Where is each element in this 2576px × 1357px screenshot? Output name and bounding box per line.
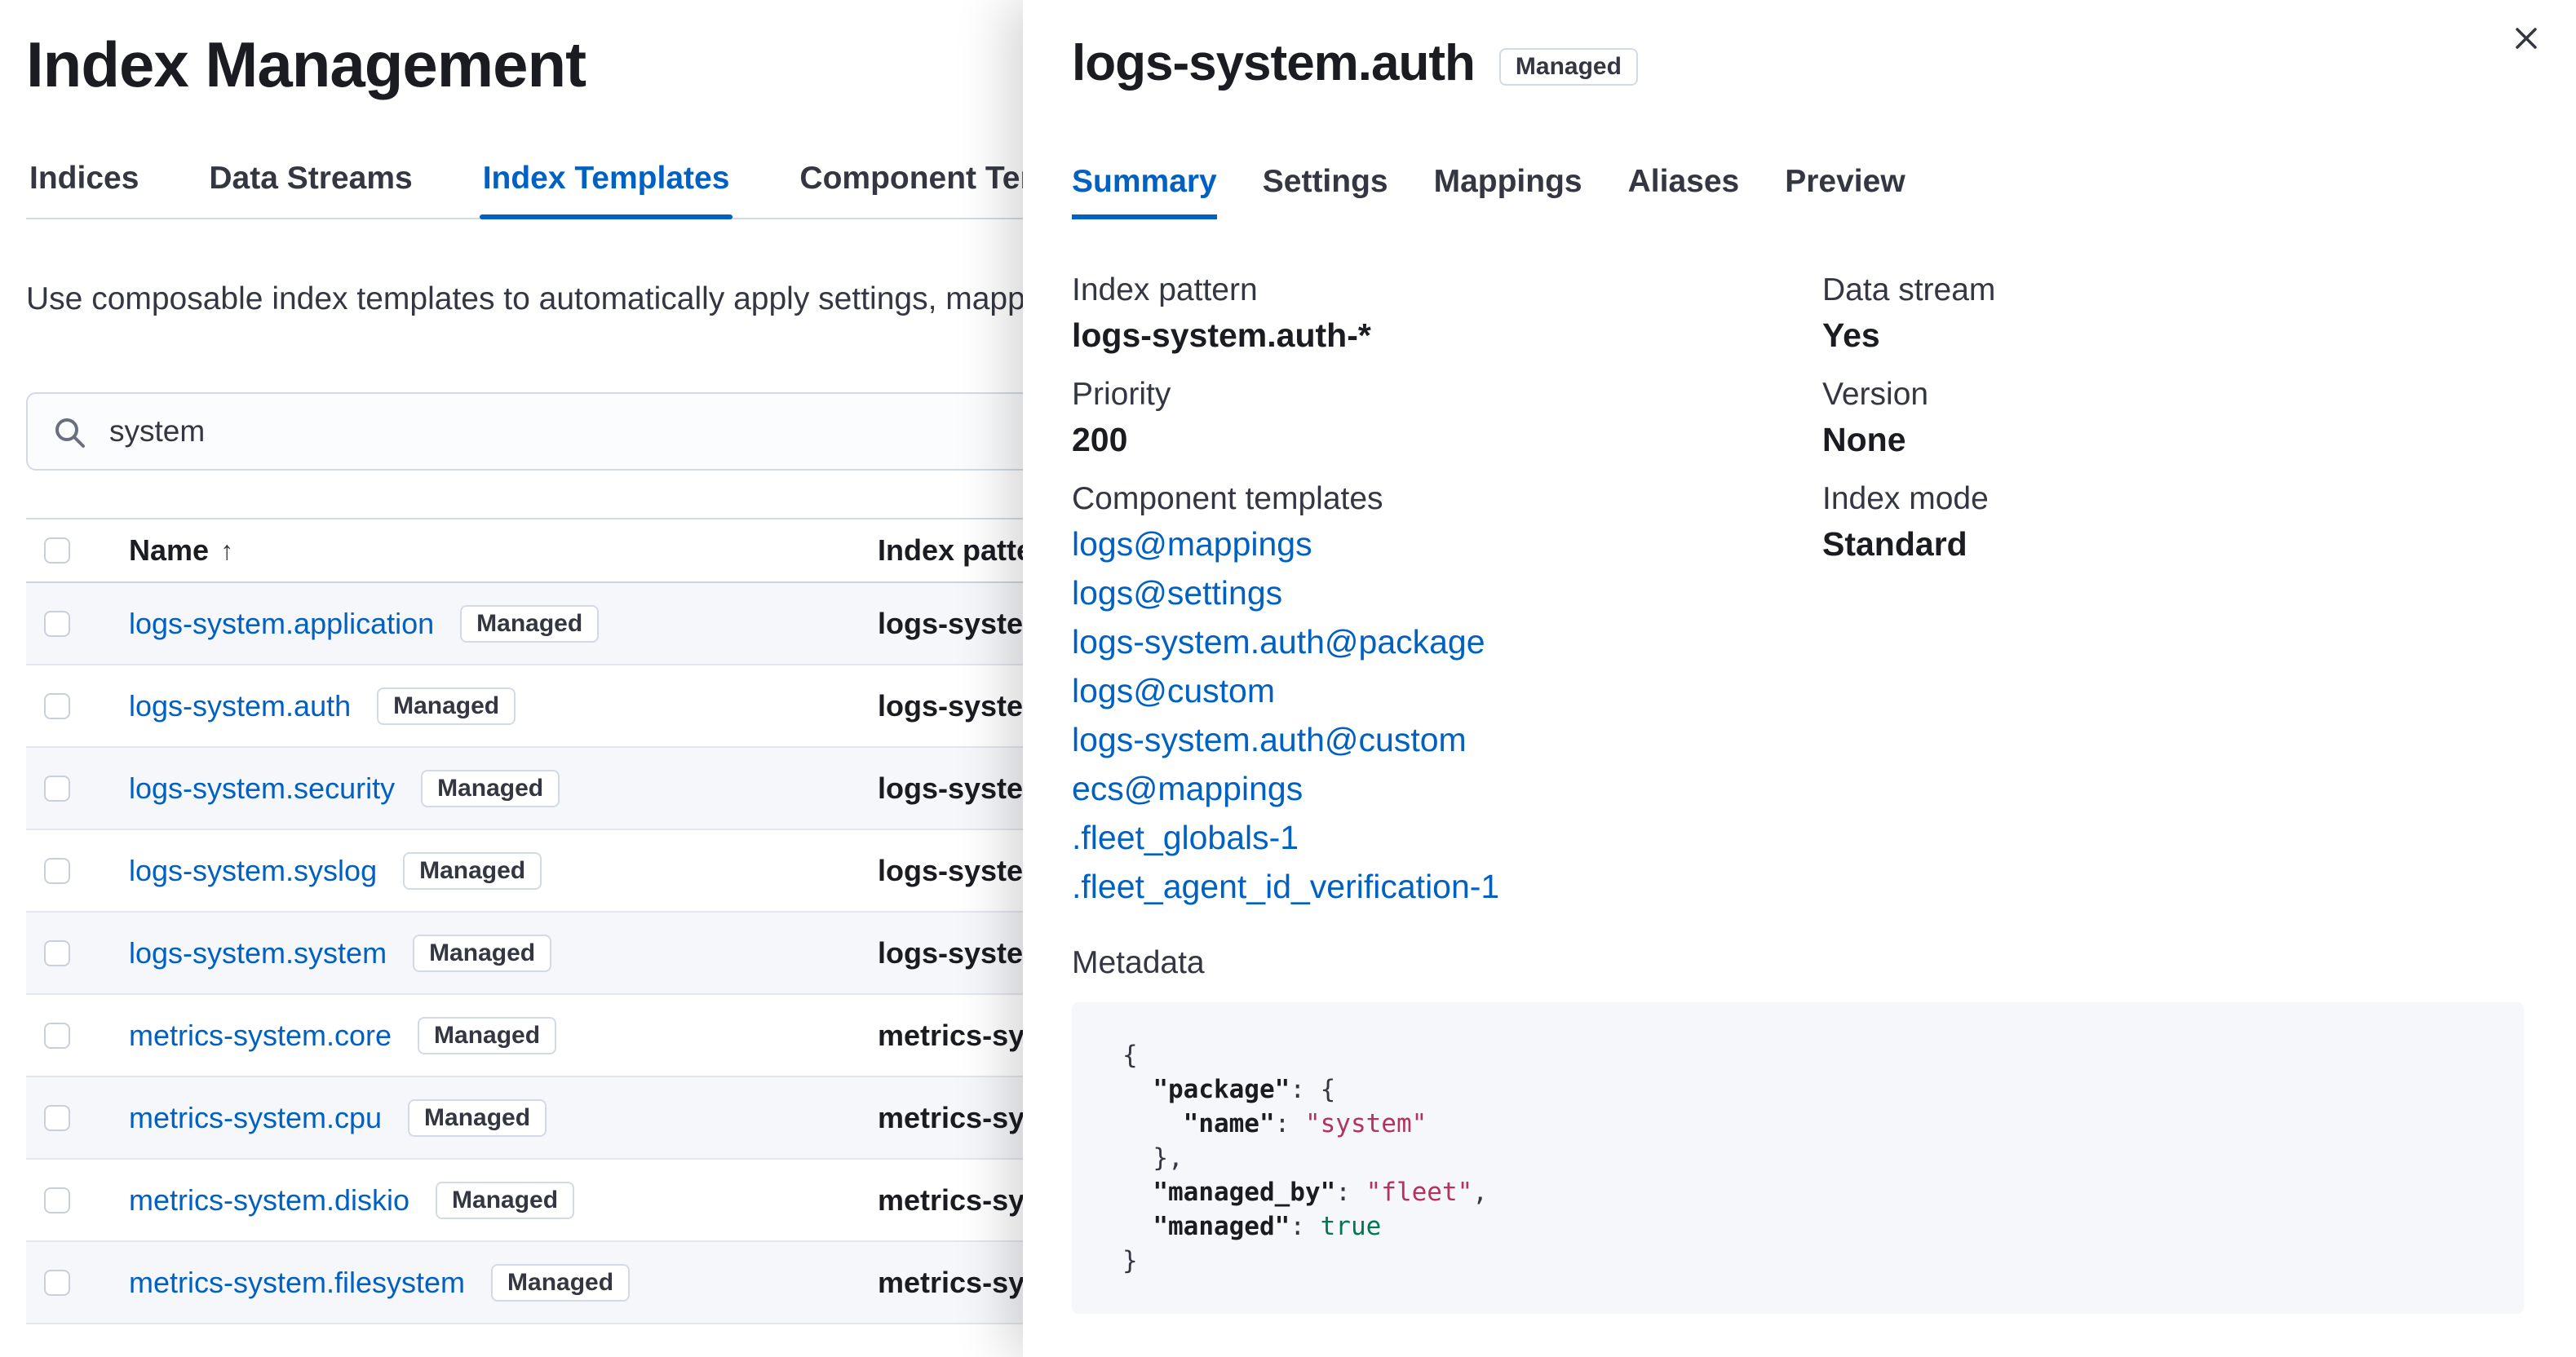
summary-item-priority: Priority 200	[1072, 374, 1822, 462]
component-template-link[interactable]: .fleet_agent_id_verification-1	[1072, 862, 1499, 911]
managed-badge: Managed	[436, 1181, 575, 1219]
managed-badge: Managed	[408, 1098, 547, 1137]
component-templates-label: Component templates	[1072, 481, 1383, 516]
tab-data-streams[interactable]: Data Streams	[206, 161, 415, 218]
managed-badge: Managed	[413, 934, 552, 972]
managed-badge: Managed	[403, 851, 542, 890]
summary-item-data-stream: Data stream Yes	[1822, 270, 2524, 358]
summary-label: Version	[1822, 377, 1929, 412]
component-template-link[interactable]: logs-system.auth@custom	[1072, 715, 1467, 764]
summary-value: 200	[1072, 421, 1128, 458]
row-checkbox[interactable]	[44, 1022, 70, 1049]
summary-value: None	[1822, 421, 1906, 458]
row-checkbox[interactable]	[44, 1187, 70, 1213]
row-checkbox[interactable]	[44, 1269, 70, 1296]
summary-value: Yes	[1822, 316, 1880, 354]
row-checkbox[interactable]	[44, 939, 70, 966]
select-all-checkbox[interactable]	[44, 537, 70, 564]
component-template-link[interactable]: logs-system.auth@package	[1072, 617, 1485, 666]
metadata-code-block: { "package": { "name": "system" }, "mana…	[1072, 1002, 2524, 1314]
summary-right-column: Data stream Yes Version None Index mode Stand…	[1822, 270, 2524, 911]
code-line: "managed_by": "fleet",	[1153, 1178, 1488, 1207]
template-name-link[interactable]: metrics-system.core	[129, 1019, 392, 1053]
tab-preview[interactable]: Preview	[1785, 164, 1905, 219]
code-line: "managed": true	[1153, 1212, 1382, 1241]
row-checkbox[interactable]	[44, 1104, 70, 1131]
managed-badge: Managed	[460, 604, 600, 643]
column-header-name[interactable]: Name ↑	[129, 533, 233, 568]
code-line: }	[1122, 1246, 1138, 1275]
tab-index-templates[interactable]: Index Templates	[479, 161, 733, 219]
summary-item-version: Version None	[1822, 374, 2524, 462]
sort-ascending-icon: ↑	[220, 535, 234, 565]
tab-summary[interactable]: Summary	[1072, 164, 1217, 219]
component-template-link[interactable]: logs@custom	[1072, 666, 1275, 715]
summary-label: Index mode	[1822, 481, 1989, 516]
tab-aliases[interactable]: Aliases	[1628, 164, 1740, 219]
code-line: },	[1122, 1143, 1184, 1173]
summary-label: Priority	[1072, 377, 1171, 412]
template-name-link[interactable]: metrics-system.cpu	[129, 1101, 382, 1135]
template-name-link[interactable]: logs-system.security	[129, 771, 395, 806]
metadata-section: Metadata { "package": { "name": "system"…	[1072, 945, 2524, 1314]
template-name-link[interactable]: metrics-system.filesystem	[129, 1266, 465, 1300]
row-checkbox[interactable]	[44, 692, 70, 719]
summary-value: logs-system.auth-*	[1072, 316, 1371, 354]
metadata-code-lines: { "package": { "name": "system" }, "mana…	[1122, 1038, 2473, 1278]
component-template-link[interactable]: logs@settings	[1072, 568, 1282, 617]
code-line: {	[1122, 1041, 1138, 1070]
close-icon[interactable]	[2507, 20, 2545, 57]
template-name-link[interactable]: logs-system.syslog	[129, 854, 377, 888]
metadata-label: Metadata	[1072, 945, 1205, 980]
managed-badge: Managed	[377, 687, 516, 725]
tab-indices[interactable]: Indices	[26, 161, 142, 218]
tab-settings[interactable]: Settings	[1263, 164, 1388, 219]
managed-badge: Managed	[418, 1016, 557, 1054]
flyout-title: logs-system.auth	[1072, 35, 1476, 91]
managed-badge: Managed	[491, 1263, 631, 1302]
component-templates: Component templates logs@mappings logs@set…	[1072, 479, 1822, 911]
summary-item-index-mode: Index mode Standard	[1822, 479, 2524, 567]
flyout-tabs: Summary Settings Mappings Aliases Preview	[1072, 164, 2524, 219]
row-checkbox[interactable]	[44, 775, 70, 802]
row-checkbox[interactable]	[44, 610, 70, 637]
tab-mappings[interactable]: Mappings	[1434, 164, 1582, 219]
flyout-title-row: logs-system.auth Managed	[1072, 34, 2524, 92]
summary-label: Index pattern	[1072, 272, 1258, 307]
component-template-link[interactable]: logs@mappings	[1072, 519, 1312, 568]
template-name-link[interactable]: logs-system.system	[129, 936, 387, 970]
summary-section: Index pattern logs-system.auth-* Priority 2…	[1072, 270, 2524, 911]
managed-badge: Managed	[1498, 47, 1638, 86]
template-name-link[interactable]: logs-system.auth	[129, 689, 351, 723]
summary-item-index-pattern: Index pattern logs-system.auth-*	[1072, 270, 1822, 358]
summary-value: Standard	[1822, 525, 1967, 563]
template-name-link[interactable]: logs-system.application	[129, 607, 434, 641]
summary-label: Data stream	[1822, 272, 1996, 307]
summary-left-column: Index pattern logs-system.auth-* Priority 2…	[1072, 270, 1822, 911]
template-name-link[interactable]: metrics-system.diskio	[129, 1183, 409, 1218]
code-line: "package": {	[1153, 1075, 1336, 1104]
row-checkbox[interactable]	[44, 857, 70, 884]
component-template-link[interactable]: .fleet_globals-1	[1072, 813, 1299, 862]
column-header-name-label: Name	[129, 533, 210, 567]
managed-badge: Managed	[421, 769, 560, 807]
code-line: "name": "system"	[1183, 1109, 1427, 1138]
component-template-link[interactable]: ecs@mappings	[1072, 764, 1303, 813]
template-details-flyout: logs-system.auth Managed Summary Settings…	[1023, 0, 2576, 1357]
